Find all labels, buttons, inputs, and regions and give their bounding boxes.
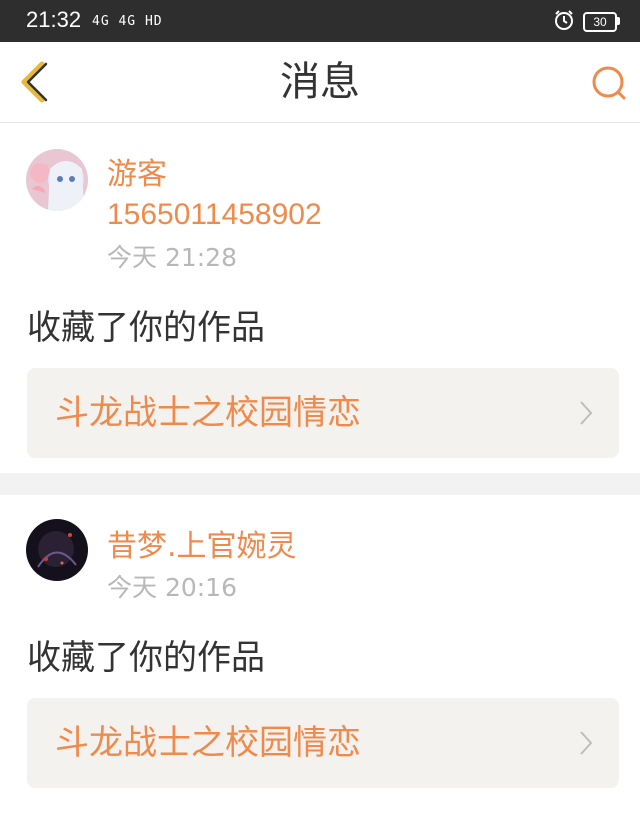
action-text: 收藏了你的作品 [27,638,265,678]
work-title: 斗龙战士之校园情恋 [55,723,361,763]
username[interactable]: 昔梦.上官婉灵 [107,529,297,565]
battery-tip [617,17,620,25]
alarm-icon [555,10,573,30]
status-time: 21:32 [26,7,82,32]
message-time: 今天 20:16 [107,573,237,602]
avatar[interactable] [26,519,88,581]
status-bar: 21:32 4G 4G HD 30 [0,0,640,42]
username[interactable]: 游客 [107,157,167,193]
message-card: 昔梦.上官婉灵 今天 20:16 收藏了你的作品 斗龙战士之校园情恋 [0,495,640,815]
app-header: 消息 [0,42,640,123]
action-text: 收藏了你的作品 [27,308,265,348]
network-indicator: 4G 4G HD [92,14,163,29]
work-title: 斗龙战士之校园情恋 [55,393,361,433]
chevron-right-icon [580,731,593,755]
page-title: 消息 [280,59,360,105]
avatar[interactable] [26,149,88,211]
search-icon[interactable] [590,64,630,104]
user-id: 1565011458902 [107,198,322,231]
work-link[interactable]: 斗龙战士之校园情恋 [27,368,619,458]
message-time: 今天 21:28 [107,243,237,272]
work-link[interactable]: 斗龙战士之校园情恋 [27,698,619,788]
battery-indicator: 30 [583,12,617,32]
message-card: 游客 1565011458902 今天 21:28 收藏了你的作品 斗龙战士之校… [0,123,640,473]
chevron-right-icon [580,401,593,425]
